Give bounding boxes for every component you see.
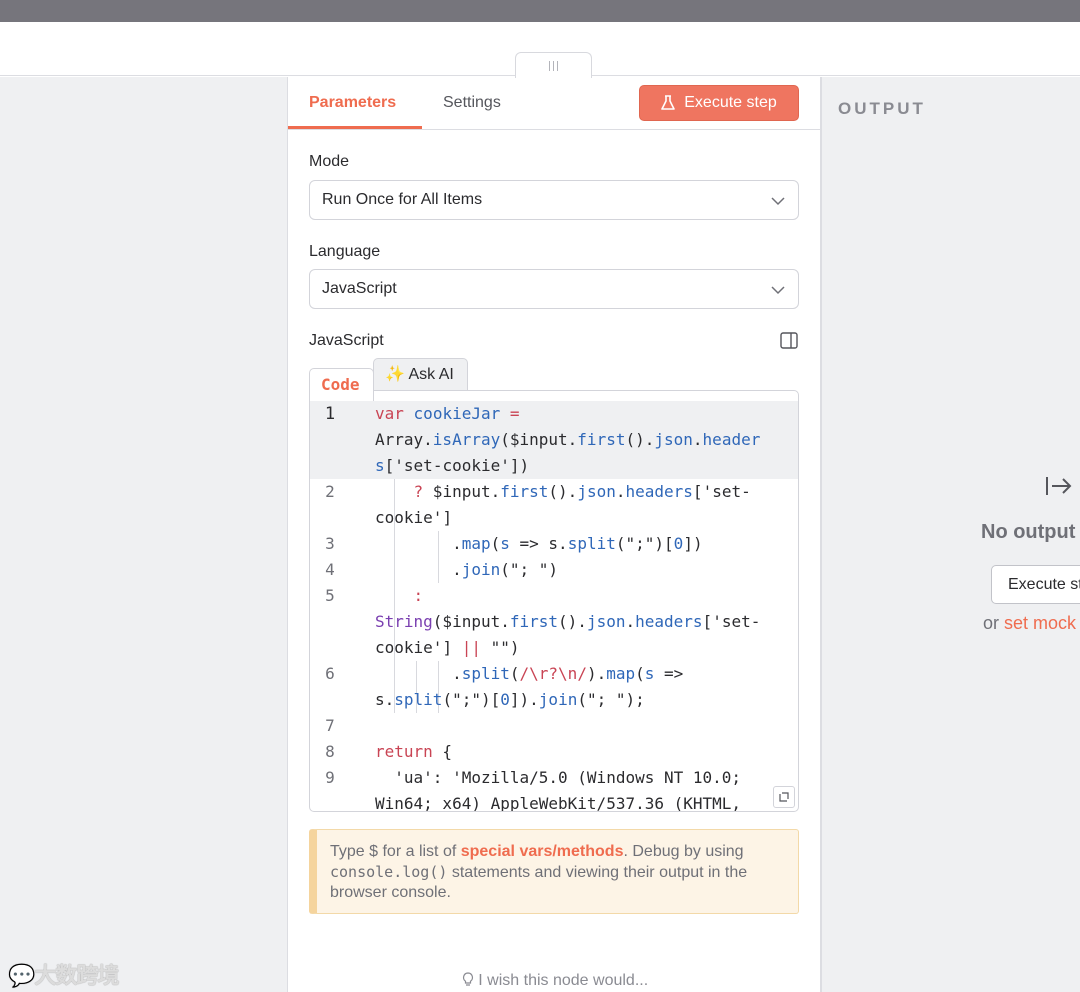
output-title: OUTPUT — [838, 99, 926, 118]
hint-text: . Debug by using — [623, 843, 744, 860]
execute-step-label: Execute step — [684, 94, 777, 111]
tab-ask-ai[interactable]: ✨ Ask AI — [373, 358, 468, 391]
output-pane: OUTPUT No output Execute step or set moc… — [821, 77, 1080, 992]
set-mock-data-link[interactable]: set mock data — [1004, 613, 1080, 633]
mode-select[interactable]: Run Once for All Items — [309, 180, 799, 220]
output-execute-button[interactable]: Execute step — [991, 565, 1080, 604]
code-line: Array.isArray($input.first().json.header — [310, 427, 798, 453]
tab-code[interactable]: Code — [309, 368, 374, 401]
feedback-link[interactable]: I wish this node would... — [288, 972, 822, 990]
code-line: s.split(";")[0]).join("; "); — [375, 690, 645, 709]
active-tab-indicator — [288, 126, 422, 129]
hint-text: Type $ for a list of — [330, 843, 461, 860]
lightbulb-icon — [462, 972, 473, 986]
parameters-panel: Parameters Settings Execute step Mode Ru… — [287, 77, 822, 992]
code-line: 8 return { — [325, 742, 453, 761]
panel-drag-handle[interactable] — [515, 52, 592, 78]
code-line: String($input.first().json.headers['set- — [375, 612, 761, 631]
mock-data-line: or set mock data — [983, 613, 1080, 634]
window-top-bar — [0, 0, 1080, 22]
code-line: cookie'] — [375, 508, 453, 527]
mode-label: Mode — [309, 153, 350, 170]
watermark-logo: 💬大数跨境 — [8, 963, 119, 988]
mode-value: Run Once for All Items — [322, 191, 483, 208]
code-line: 3 .map(s => s.split(";")[0]) — [325, 534, 703, 553]
code-section-label: JavaScript — [309, 332, 384, 349]
or-text: or — [983, 613, 1005, 633]
language-value: JavaScript — [322, 280, 397, 297]
chevron-down-icon — [771, 286, 785, 295]
arrow-right-to-line-icon — [1046, 477, 1072, 495]
code-hint-notice: Type $ for a list of special vars/method… — [309, 829, 799, 914]
code-line: 4 .join("; ") — [325, 560, 559, 579]
tab-parameters[interactable]: Parameters — [309, 94, 396, 112]
watermark-text: 大数跨境 — [34, 963, 119, 988]
code-line: 1 var cookieJar = — [310, 401, 798, 427]
feedback-text: I wish this node would... — [478, 972, 649, 989]
code-line: cookie'] || "") — [375, 638, 520, 657]
language-select[interactable]: JavaScript — [309, 269, 799, 309]
code-line: 6 .split(/\r?\n/).map(s => — [325, 664, 684, 683]
code-content: 1 var cookieJar = Array.isArray($input.fi… — [310, 401, 798, 812]
flask-icon — [661, 95, 676, 110]
code-line: s['set-cookie']) — [310, 453, 798, 479]
language-label: Language — [309, 243, 381, 260]
hint-code: console.log() — [330, 863, 448, 881]
tab-settings[interactable]: Settings — [443, 94, 501, 112]
code-editor[interactable]: 1 var cookieJar = Array.isArray($input.fi… — [309, 390, 799, 812]
code-line: 5 : — [325, 586, 424, 605]
no-output-title: No output — [981, 521, 1076, 543]
execute-step-button[interactable]: Execute step — [639, 85, 799, 121]
code-line: 9 'ua': 'Mozilla/5.0 (Windows NT 10.0; — [325, 768, 742, 787]
special-vars-link[interactable]: special vars/methods — [461, 843, 624, 860]
expand-editor-icon[interactable] — [773, 786, 795, 808]
code-line: 2 ? $input.first().json.headers['set- — [325, 482, 751, 501]
code-line: Win64; x64) AppleWebKit/537.36 (KHTML, — [375, 794, 742, 812]
input-pane — [0, 77, 287, 992]
panel-tabs: Parameters Settings Execute step — [288, 77, 822, 130]
code-line: 7 — [325, 716, 335, 735]
chevron-down-icon — [771, 197, 785, 206]
side-panel-icon[interactable] — [780, 332, 798, 349]
